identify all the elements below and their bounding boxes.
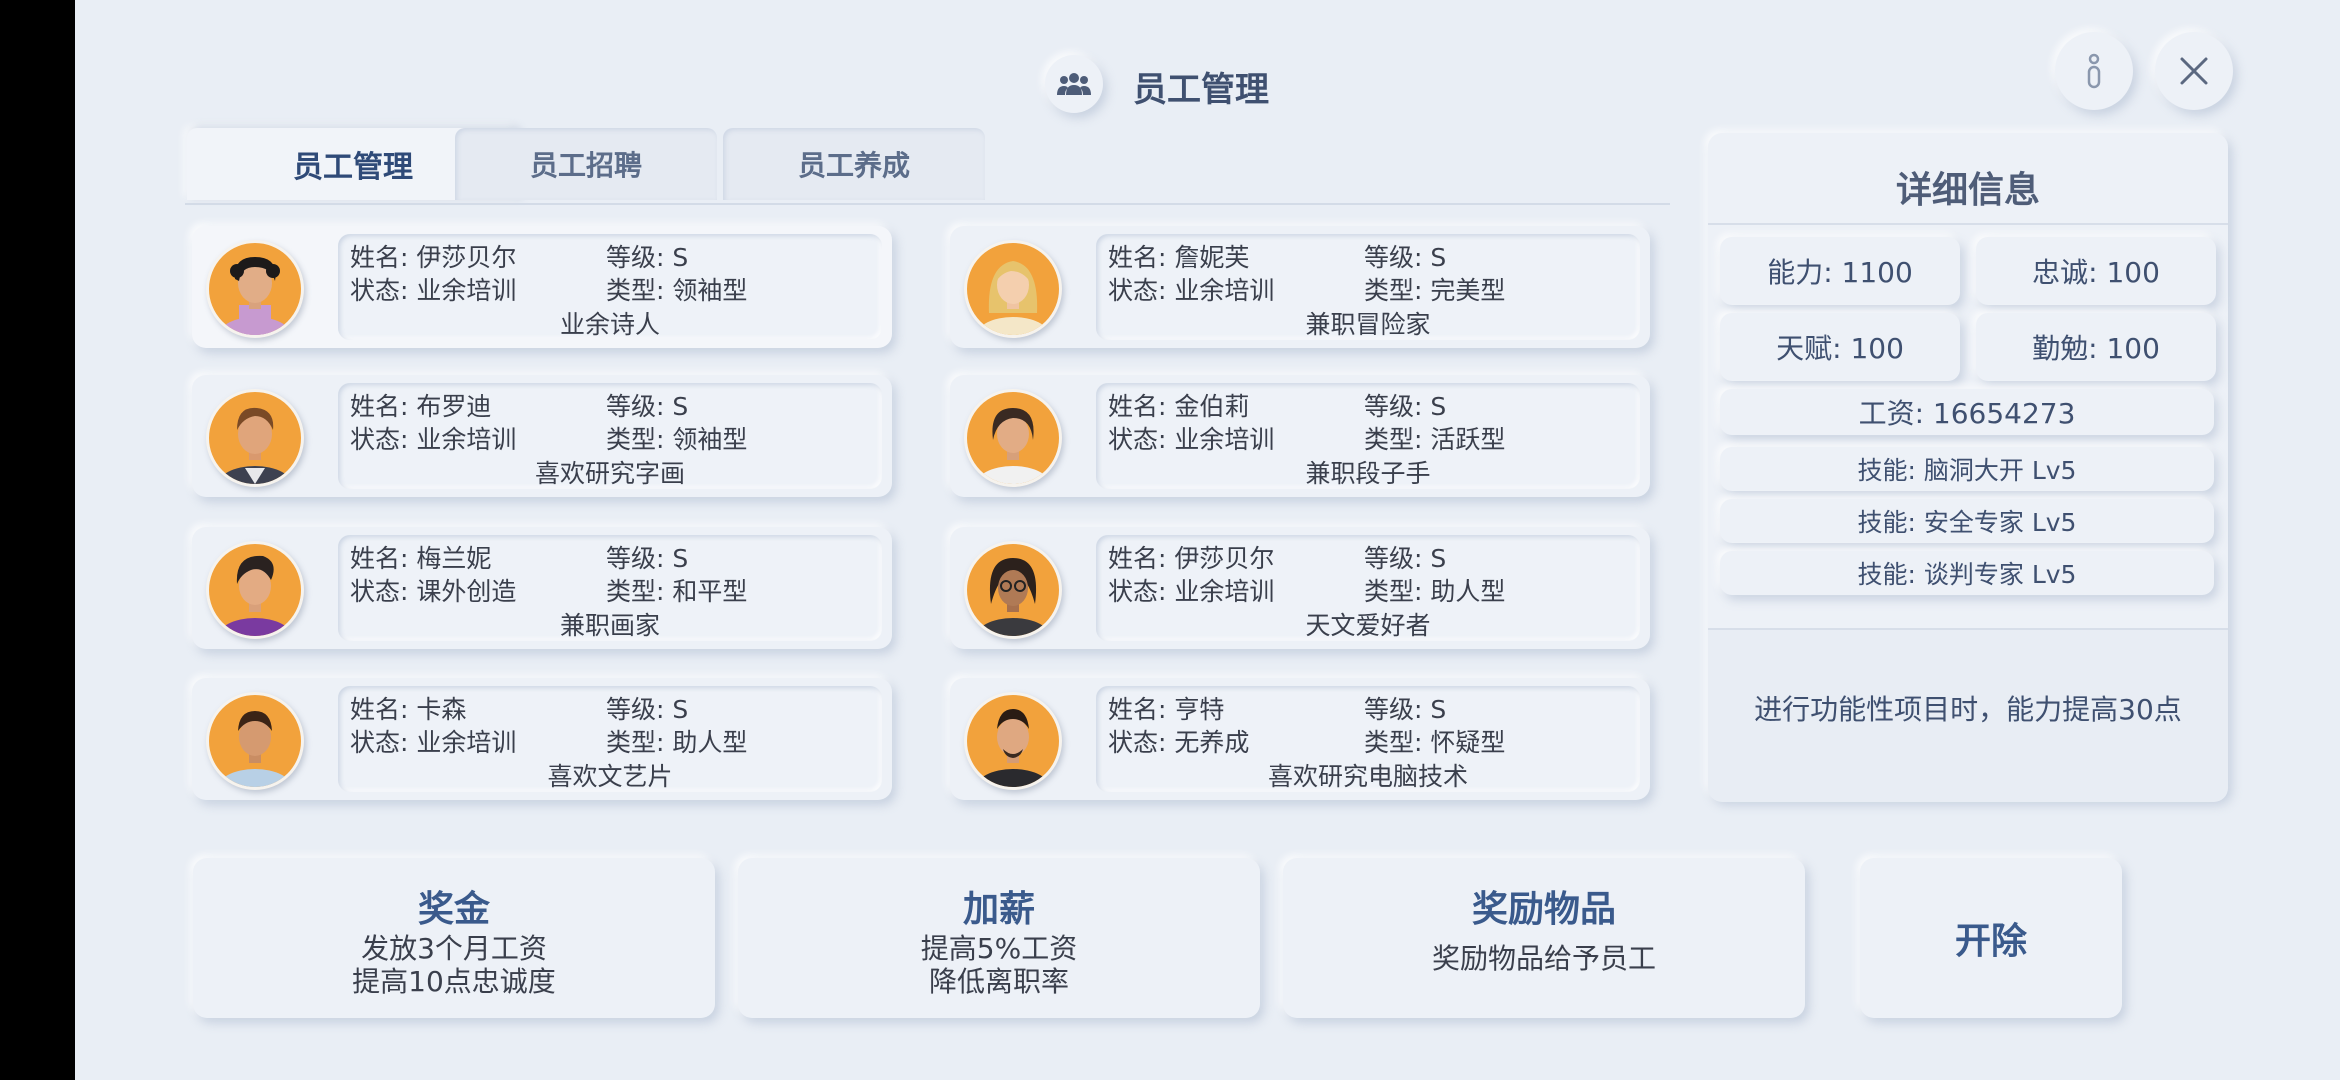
game-screen: 员工管理 员工管理 员工招聘 员工养成 姓名: 伊莎贝尔 等级: S 状态: 业… <box>75 0 2340 1080</box>
employee-status: 状态: 业余培训 <box>1108 577 1275 606</box>
reward-title: 奖励物品 <box>1471 889 1616 930</box>
close-button[interactable] <box>2155 32 2233 110</box>
tab-divider <box>185 203 1670 205</box>
people-icon <box>1045 55 1103 113</box>
employee-level: 等级: S <box>1364 243 1447 272</box>
fire-button[interactable]: 开除 <box>1860 858 2122 1018</box>
fire-title: 开除 <box>1954 921 2027 962</box>
employee-name: 姓名: 梅兰妮 <box>350 544 492 573</box>
tab-recruitment[interactable]: 员工招聘 <box>455 128 717 200</box>
employee-type: 类型: 领袖型 <box>606 425 748 454</box>
raise-button[interactable]: 加薪 提高5%工资 降低离职率 <box>738 858 1260 1018</box>
reward-button[interactable]: 奖励物品 奖励物品给予员工 <box>1283 858 1805 1018</box>
employee-card[interactable]: 姓名: 卡森 等级: S 状态: 业余培训 类型: 助人型 喜欢文艺片 <box>192 678 892 800</box>
raise-title: 加薪 <box>962 889 1035 930</box>
employee-hobby: 喜欢文艺片 <box>547 762 673 791</box>
employee-name: 姓名: 伊莎贝尔 <box>350 243 517 272</box>
employee-avatar <box>964 541 1062 639</box>
employee-avatar <box>206 240 304 338</box>
raise-line2: 降低离职率 <box>928 965 1069 998</box>
skill-description: 进行功能性项目时，能力提高30点 <box>1754 693 2182 726</box>
employee-status: 状态: 业余培训 <box>1108 425 1275 454</box>
employee-avatar <box>964 389 1062 487</box>
employee-name: 姓名: 金伯莉 <box>1108 392 1250 421</box>
employee-name: 姓名: 卡森 <box>350 695 467 724</box>
employee-name: 姓名: 伊莎贝尔 <box>1108 544 1275 573</box>
employee-type: 类型: 助人型 <box>606 728 748 757</box>
stat-ability: 能力: 1100 <box>1720 237 1960 305</box>
employee-hobby: 喜欢研究字画 <box>534 459 685 488</box>
employee-hobby: 天文爱好者 <box>1305 611 1431 640</box>
tab-development[interactable]: 员工养成 <box>723 128 985 200</box>
employee-type: 类型: 和平型 <box>606 577 748 606</box>
employee-level: 等级: S <box>606 544 689 573</box>
employee-status: 状态: 业余培训 <box>350 425 517 454</box>
employee-avatar <box>206 692 304 790</box>
employee-level: 等级: S <box>1364 392 1447 421</box>
employee-type: 类型: 领袖型 <box>606 276 748 305</box>
detail-panel: 详细信息 能力: 1100 忠诚: 100 天赋: 100 勤勉: 100 工资… <box>1708 133 2228 802</box>
detail-divider <box>1708 223 2228 225</box>
page-title: 员工管理 <box>1133 70 1269 110</box>
salary-display: 工资: 16654273 <box>1720 389 2214 435</box>
employee-hobby: 兼职画家 <box>559 611 660 640</box>
employee-name: 姓名: 詹妮芙 <box>1108 243 1250 272</box>
employee-hobby: 喜欢研究电脑技术 <box>1267 762 1468 791</box>
employee-card[interactable]: 姓名: 伊莎贝尔 等级: S 状态: 业余培训 类型: 助人型 天文爱好者 <box>950 527 1650 649</box>
employee-level: 等级: S <box>606 695 689 724</box>
stat-talent: 天赋: 100 <box>1720 313 1960 381</box>
bonus-title: 奖金 <box>417 889 490 930</box>
employee-level: 等级: S <box>606 243 689 272</box>
employee-avatar <box>964 240 1062 338</box>
employee-level: 等级: S <box>1364 695 1447 724</box>
bonus-button[interactable]: 奖金 发放3个月工资 提高10点忠诚度 <box>193 858 715 1018</box>
employee-status: 状态: 无养成 <box>1108 728 1250 757</box>
raise-line1: 提高5%工资 <box>920 932 1078 965</box>
skill-item: 技能: 谈判专家 Lv5 <box>1720 551 2214 595</box>
employee-type: 类型: 活跃型 <box>1364 425 1506 454</box>
employee-card[interactable]: 姓名: 布罗迪 等级: S 状态: 业余培训 类型: 领袖型 喜欢研究字画 <box>192 375 892 497</box>
employee-hobby: 业余诗人 <box>559 310 660 339</box>
skill-item: 技能: 安全专家 Lv5 <box>1720 499 2214 543</box>
employee-level: 等级: S <box>1364 544 1447 573</box>
skill-description-area: 进行功能性项目时，能力提高30点 <box>1708 628 2228 802</box>
skill-item: 技能: 脑洞大开 Lv5 <box>1720 447 2214 491</box>
stat-loyalty: 忠诚: 100 <box>1976 237 2216 305</box>
employee-hobby: 兼职段子手 <box>1305 459 1431 488</box>
employee-hobby: 兼职冒险家 <box>1305 310 1431 339</box>
employee-avatar <box>206 389 304 487</box>
employee-avatar <box>964 692 1062 790</box>
employee-status: 状态: 课外创造 <box>350 577 517 606</box>
employee-type: 类型: 助人型 <box>1364 577 1506 606</box>
employee-card[interactable]: 姓名: 梅兰妮 等级: S 状态: 课外创造 类型: 和平型 兼职画家 <box>192 527 892 649</box>
reward-line1: 奖励物品给予员工 <box>1431 942 1656 975</box>
employee-name: 姓名: 布罗迪 <box>350 392 492 421</box>
employee-status: 状态: 业余培训 <box>350 276 517 305</box>
employee-card[interactable]: 姓名: 詹妮芙 等级: S 状态: 业余培训 类型: 完美型 兼职冒险家 <box>950 226 1650 348</box>
employee-avatar <box>206 541 304 639</box>
employee-level: 等级: S <box>606 392 689 421</box>
info-icon <box>2087 53 2101 89</box>
employee-card[interactable]: 姓名: 金伯莉 等级: S 状态: 业余培训 类型: 活跃型 兼职段子手 <box>950 375 1650 497</box>
employee-name: 姓名: 亨特 <box>1108 695 1225 724</box>
employee-status: 状态: 业余培训 <box>1108 276 1275 305</box>
info-button[interactable] <box>2055 32 2133 110</box>
employee-status: 状态: 业余培训 <box>350 728 517 757</box>
employee-type: 类型: 怀疑型 <box>1364 728 1506 757</box>
bonus-line2: 提高10点忠诚度 <box>352 965 556 998</box>
close-icon <box>2180 57 2208 85</box>
employee-card[interactable]: 姓名: 亨特 等级: S 状态: 无养成 类型: 怀疑型 喜欢研究电脑技术 <box>950 678 1650 800</box>
employee-type: 类型: 完美型 <box>1364 276 1506 305</box>
detail-title: 详细信息 <box>1895 170 2040 211</box>
employee-card[interactable]: 姓名: 伊莎贝尔 等级: S 状态: 业余培训 类型: 领袖型 业余诗人 <box>192 226 892 348</box>
stat-diligence: 勤勉: 100 <box>1976 313 2216 381</box>
bonus-line1: 发放3个月工资 <box>361 932 547 965</box>
